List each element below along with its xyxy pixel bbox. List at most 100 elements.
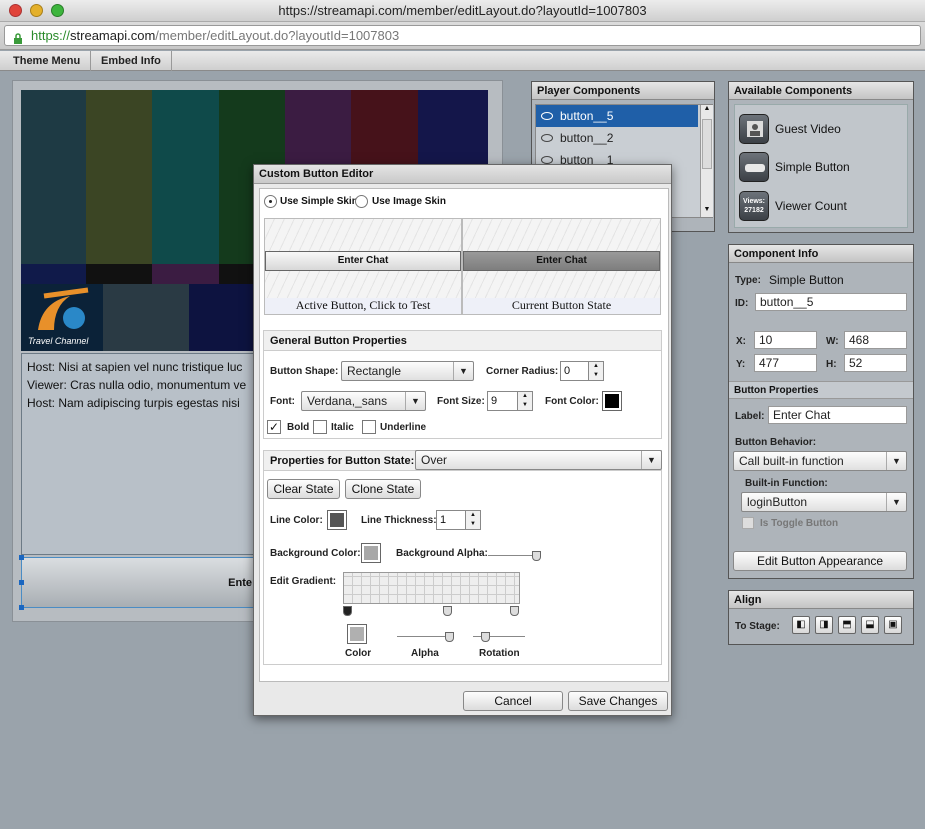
stepper-up-icon[interactable]: ▲ [517, 392, 532, 401]
list-item[interactable]: button__2 [536, 127, 698, 149]
w-label: W: [826, 336, 839, 347]
h-field[interactable]: 52 [844, 354, 907, 372]
minimize-window-button[interactable] [30, 4, 43, 17]
clone-state-button[interactable]: Clone State [345, 479, 421, 499]
active-preview-button[interactable]: Enter Chat [265, 251, 461, 271]
scroll-thumb[interactable] [702, 119, 712, 169]
gradient-rotation-slider[interactable] [473, 627, 525, 642]
font-color-label: Font Color: [545, 396, 599, 407]
toggle-button-checkbox[interactable] [742, 517, 754, 529]
eye-icon[interactable] [541, 156, 553, 164]
chevron-down-icon: ▼ [886, 452, 906, 470]
align-title: Align [729, 591, 913, 609]
simple-skin-radio[interactable] [264, 195, 277, 208]
label-field[interactable]: Enter Chat [768, 406, 907, 424]
resize-handle[interactable] [19, 580, 24, 585]
url-path: /member/editLayout.do?layoutId=1007803 [155, 28, 400, 43]
button-properties-header: Button Properties [729, 381, 913, 399]
cancel-button[interactable]: Cancel [463, 691, 563, 711]
gradient-stop-selected[interactable] [343, 606, 352, 616]
stepper-down-icon[interactable]: ▼ [465, 520, 480, 529]
align-top-icon[interactable]: ⬒ [838, 616, 856, 634]
bold-checkbox[interactable]: ✓ [267, 420, 281, 434]
stepper-up-icon[interactable]: ▲ [588, 362, 603, 371]
toggle-button-label: Is Toggle Button [760, 518, 839, 529]
gradient-preview[interactable] [343, 572, 520, 604]
stepper-down-icon[interactable]: ▼ [588, 371, 603, 380]
image-skin-radio[interactable] [355, 195, 368, 208]
font-label: Font: [270, 396, 295, 407]
list-scrollbar[interactable]: ▲ ▼ [700, 105, 713, 217]
menu-theme[interactable]: Theme Menu [3, 51, 92, 71]
resize-handle[interactable] [19, 605, 24, 610]
x-field[interactable]: 10 [754, 331, 817, 349]
custom-button-editor-dialog: Custom Button Editor Use Simple Skin Use… [253, 164, 672, 716]
w-field[interactable]: 468 [844, 331, 907, 349]
close-window-button[interactable] [9, 4, 22, 17]
line-color-swatch[interactable] [327, 510, 347, 530]
chat-area[interactable]: Host: Nisi at sapien vel nunc tristique … [21, 353, 283, 555]
id-label: ID: [735, 298, 749, 309]
bg-color-fill [364, 546, 378, 560]
button-state-select[interactable]: Over ▼ [415, 450, 662, 470]
line-color-label: Line Color: [270, 515, 323, 526]
address-bar: https://streamapi.com/member/editLayout.… [0, 22, 925, 50]
zoom-window-button[interactable] [51, 4, 64, 17]
font-select[interactable]: Verdana,_sans ▼ [301, 391, 426, 411]
list-item[interactable]: button__5 [536, 105, 698, 127]
eye-icon[interactable] [541, 112, 553, 120]
gradient-stop[interactable] [443, 606, 452, 616]
align-right-icon[interactable]: ◨ [815, 616, 833, 634]
bg-color-swatch[interactable] [361, 543, 381, 563]
chevron-down-icon: ▼ [641, 451, 661, 469]
gradient-stop[interactable] [510, 606, 519, 616]
scroll-down-icon[interactable]: ▼ [702, 206, 712, 217]
dialog-title: Custom Button Editor [254, 165, 671, 184]
align-bottom-icon[interactable]: ⬓ [861, 616, 879, 634]
available-components-title: Available Components [729, 82, 913, 100]
save-changes-button[interactable]: Save Changes [568, 691, 668, 711]
label-label: Label: [735, 411, 765, 422]
slider-thumb[interactable] [481, 632, 490, 642]
bg-alpha-slider[interactable] [488, 546, 541, 561]
edit-appearance-button[interactable]: Edit Button Appearance [733, 551, 907, 571]
h-label: H: [826, 359, 837, 370]
eye-icon[interactable] [541, 134, 553, 142]
url-field[interactable]: https://streamapi.com/member/editLayout.… [4, 25, 921, 46]
slider-thumb[interactable] [445, 632, 454, 642]
shape-select[interactable]: Rectangle ▼ [341, 361, 474, 381]
scroll-up-icon[interactable]: ▲ [702, 105, 712, 116]
url-scheme: https:// [31, 28, 71, 43]
align-left-icon[interactable]: ◧ [792, 616, 810, 634]
stepper-up-icon[interactable]: ▲ [465, 511, 480, 520]
font-size-stepper[interactable]: 9 ▲ ▼ [487, 391, 533, 411]
font-color-swatch[interactable] [602, 391, 622, 411]
gradient-color-swatch[interactable] [347, 624, 367, 644]
behavior-select[interactable]: Call built-in function ▼ [733, 451, 907, 471]
slider-thumb[interactable] [532, 551, 541, 561]
resize-handle[interactable] [19, 555, 24, 560]
align-center-icon[interactable]: ▣ [884, 616, 902, 634]
stepper-down-icon[interactable]: ▼ [517, 401, 532, 410]
behavior-label: Button Behavior: [735, 437, 817, 448]
line-thickness-stepper[interactable]: 1 ▲ ▼ [436, 510, 481, 530]
window-title-bar: https://streamapi.com/member/editLayout.… [0, 0, 925, 22]
underline-checkbox[interactable] [362, 420, 376, 434]
person-icon [739, 114, 769, 144]
clear-state-button[interactable]: Clear State [267, 479, 340, 499]
corner-radius-stepper[interactable]: 0 ▲ ▼ [560, 361, 604, 381]
stage-button-label: Ente [228, 577, 252, 589]
menu-embed-info[interactable]: Embed Info [91, 51, 172, 71]
logo-text: Travel Channel [28, 336, 89, 346]
gradient-alpha-slider[interactable] [397, 627, 454, 642]
available-components-panel: Available Components Guest Video Simple … [728, 81, 914, 233]
bold-label: Bold [287, 422, 310, 433]
y-field[interactable]: 477 [754, 354, 817, 372]
type-value: Simple Button [769, 273, 844, 287]
url-domain: streamapi.com [70, 28, 156, 43]
builtin-function-select[interactable]: loginButton ▼ [741, 492, 907, 512]
chat-line: Viewer: Cras nulla odio, monumentum ve [27, 378, 247, 392]
stage-enter-chat-button[interactable]: Ente [21, 557, 261, 608]
id-field[interactable]: button__5 [755, 293, 907, 311]
italic-checkbox[interactable] [313, 420, 327, 434]
